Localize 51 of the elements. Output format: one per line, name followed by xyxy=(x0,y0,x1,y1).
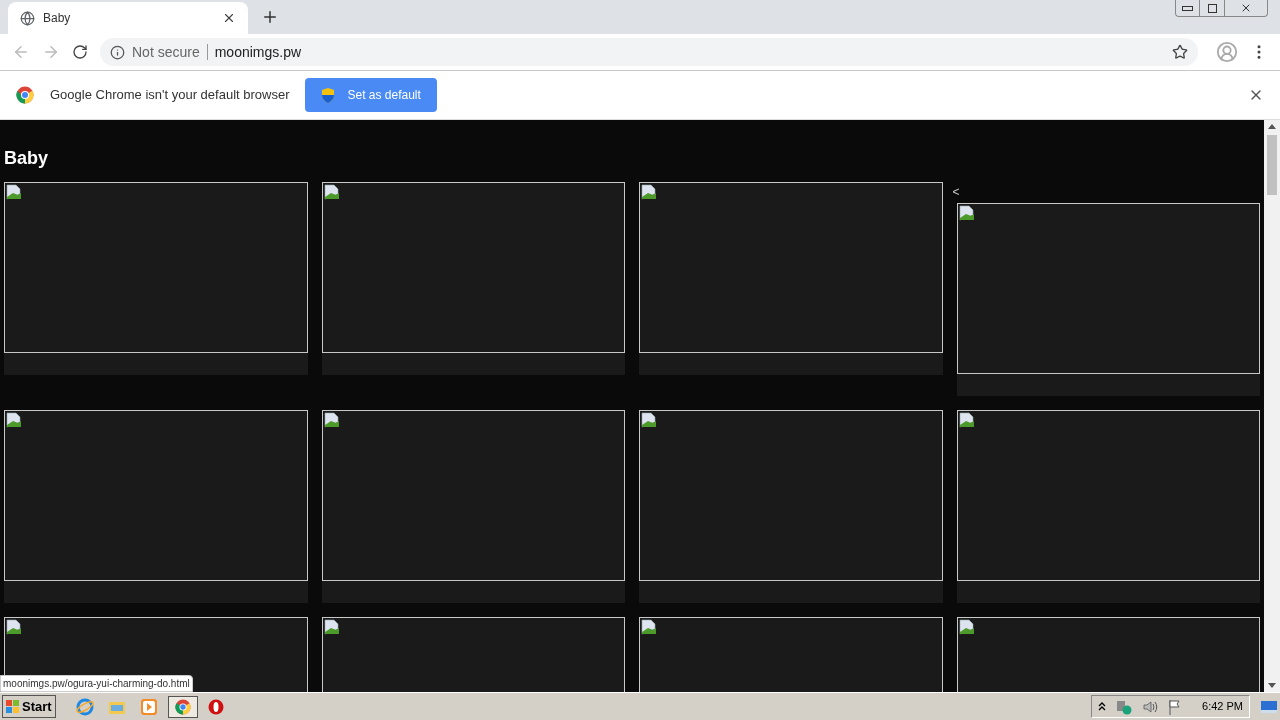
close-icon xyxy=(1240,2,1252,14)
scroll-down-arrow-icon[interactable] xyxy=(1268,683,1276,688)
tab-title: Baby xyxy=(43,10,72,26)
image-placeholder[interactable] xyxy=(321,182,625,353)
broken-image-icon xyxy=(6,184,22,200)
security-label: Not secure xyxy=(132,43,200,62)
image-placeholder[interactable] xyxy=(321,410,625,581)
chevron-up-icon[interactable] xyxy=(1098,702,1107,711)
bookmark-star-icon[interactable] xyxy=(1172,44,1188,60)
broken-image-icon xyxy=(641,184,657,200)
address-bar[interactable]: Not secure moonimgs.pw xyxy=(100,38,1198,66)
infobar-message: Google Chrome isn't your default browser xyxy=(50,86,290,105)
image-placeholder[interactable] xyxy=(4,410,308,581)
browser-tab[interactable]: Baby xyxy=(8,2,248,34)
new-tab-icon[interactable] xyxy=(261,8,279,26)
image-placeholder[interactable] xyxy=(956,203,1260,374)
broken-image-icon xyxy=(958,205,975,221)
broken-image-icon xyxy=(641,619,657,635)
image-placeholder[interactable] xyxy=(956,410,1260,581)
speaker-icon[interactable] xyxy=(1142,698,1159,715)
broken-image-icon xyxy=(323,184,340,200)
stray-character: < xyxy=(952,184,961,201)
broken-image-icon xyxy=(323,619,340,635)
image-placeholder[interactable] xyxy=(639,182,943,353)
info-icon xyxy=(110,44,125,60)
windows-logo-icon xyxy=(6,699,20,714)
image-placeholder[interactable] xyxy=(4,182,308,353)
url-text: moonimgs.pw xyxy=(214,43,303,62)
page-heading: Baby xyxy=(4,147,49,170)
clock-time[interactable]: 6:42 PM xyxy=(1202,698,1243,715)
broken-image-icon xyxy=(6,412,22,428)
scrollbar-thumb[interactable] xyxy=(1267,135,1277,195)
status-url-tooltip: moonimgs.pw/ogura-yui-charming-do.html xyxy=(0,675,193,692)
shield-icon xyxy=(321,87,336,103)
reload-icon[interactable] xyxy=(72,44,88,60)
broken-image-icon xyxy=(958,412,975,428)
broken-image-icon xyxy=(641,412,657,428)
broken-image-icon xyxy=(958,619,975,635)
chrome-logo-icon xyxy=(16,86,34,104)
chrome-taskbar-button[interactable] xyxy=(167,695,198,718)
scroll-up-arrow-icon[interactable] xyxy=(1268,124,1276,129)
broken-image-icon xyxy=(323,412,340,428)
broken-image-icon xyxy=(6,619,22,635)
start-button[interactable]: Start xyxy=(2,695,56,718)
close-icon[interactable] xyxy=(222,11,236,25)
flag-icon[interactable] xyxy=(1168,698,1183,715)
image-placeholder[interactable] xyxy=(639,410,943,581)
scrollbar[interactable] xyxy=(1264,120,1280,692)
globe-icon xyxy=(20,10,35,26)
opera-icon[interactable] xyxy=(207,698,224,715)
show-desktop-icon[interactable] xyxy=(1260,698,1278,715)
